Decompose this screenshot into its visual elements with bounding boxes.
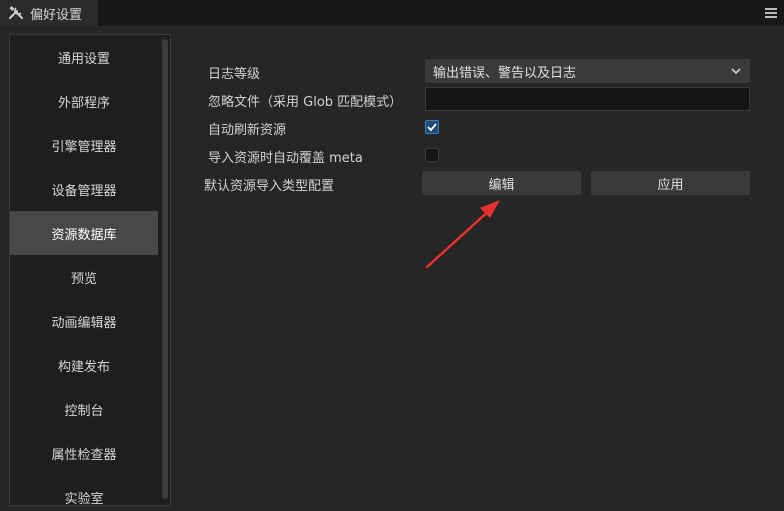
sidebar-scrollbar[interactable]: [162, 39, 168, 503]
sidebar-item[interactable]: 控制台: [10, 387, 158, 431]
hamburger-menu-icon[interactable]: [765, 8, 777, 18]
title-bar: 偏好设置: [0, 0, 784, 26]
apply-button[interactable]: 应用: [591, 171, 750, 195]
ignore-files-label: 忽略文件（采用 Glob 匹配模式）: [208, 95, 403, 110]
scrollbar-thumb[interactable]: [162, 39, 168, 499]
sidebar-item[interactable]: 动画编辑器: [10, 299, 158, 343]
sidebar-item[interactable]: 实验室: [10, 475, 158, 506]
auto-overwrite-meta-label: 导入资源时自动覆盖 meta: [208, 151, 363, 166]
auto-overwrite-meta-checkbox[interactable]: [425, 148, 439, 162]
tab-title: 偏好设置: [30, 7, 83, 23]
chevron-down-icon: [731, 68, 741, 75]
log-level-select[interactable]: 输出错误、警告以及日志: [425, 59, 750, 83]
sidebar-item[interactable]: 资源数据库: [10, 211, 158, 255]
sidebar-item[interactable]: 引擎管理器: [10, 123, 158, 167]
sidebar-list: 通用设置 外部程序 引擎管理器 设备管理器 资源数据库 预览 动画编辑器 构建发布 控制台 属性检…: [10, 35, 170, 506]
default-import-config-label: 默认资源导入类型配置: [204, 179, 335, 194]
sidebar-item[interactable]: 通用设置: [10, 35, 158, 79]
sidebar-item[interactable]: 预览: [10, 255, 158, 299]
auto-refresh-label: 自动刷新资源: [208, 123, 287, 138]
sidebar-item[interactable]: 外部程序: [10, 79, 158, 123]
sidebar: 通用设置 外部程序 引擎管理器 设备管理器 资源数据库 预览 动画编辑器 构建发布 控制台 属性检…: [9, 34, 171, 506]
tab-preferences[interactable]: 偏好设置: [0, 0, 99, 26]
log-level-value: 输出错误、警告以及日志: [433, 65, 577, 81]
log-level-label: 日志等级: [208, 67, 261, 82]
sidebar-item[interactable]: 属性检查器: [10, 431, 158, 475]
auto-refresh-checkbox[interactable]: [425, 120, 439, 134]
ignore-files-input[interactable]: [425, 87, 750, 111]
tools-icon: [8, 5, 24, 21]
sidebar-item[interactable]: 构建发布: [10, 343, 158, 387]
edit-button[interactable]: 编辑: [422, 171, 581, 195]
sidebar-item[interactable]: 设备管理器: [10, 167, 158, 211]
check-icon: [427, 123, 437, 132]
